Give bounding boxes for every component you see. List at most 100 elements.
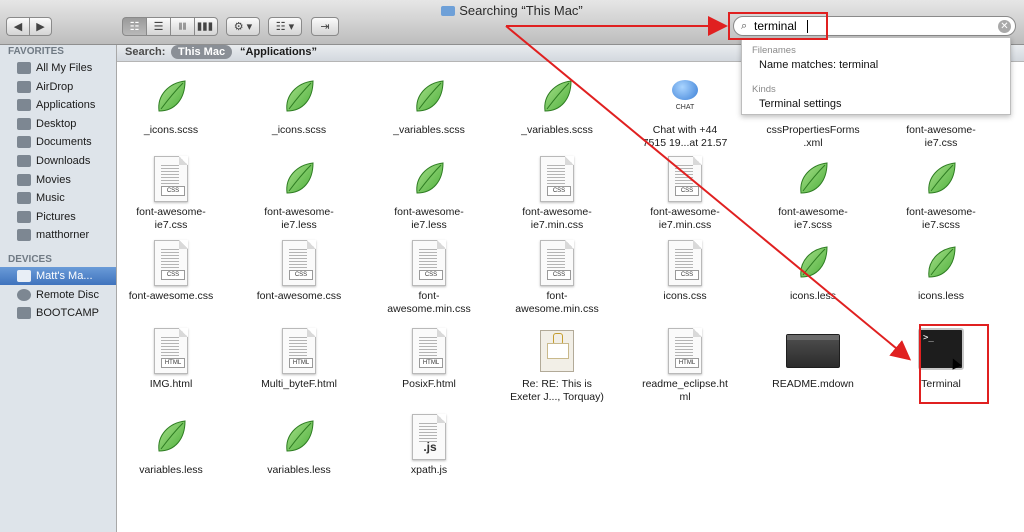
sidebar-item-remote-disc[interactable]: Remote Disc [0, 286, 116, 304]
arrange-menu-button[interactable]: ☷ ▾ [268, 17, 302, 36]
sidebar-item-label: BOOTCAMP [36, 307, 99, 319]
file-name-label: Multi_byteF.html [261, 378, 337, 390]
sidebar-item-applications[interactable]: Applications [0, 96, 116, 114]
file-item-font-awesome-css[interactable]: CSS font-awesome.css [237, 240, 361, 303]
html-file-icon: HTML [152, 328, 190, 374]
gear-icon: ⚙ ▾ [233, 21, 253, 33]
sass-leaf-icon [922, 156, 960, 202]
terminal-settings-suggestion[interactable]: Terminal settings [759, 98, 842, 110]
devices-header: DEVICES [8, 254, 52, 265]
file-item-multi-bytef-html[interactable]: HTML Multi_byteF.html [237, 328, 361, 391]
name-matches-suggestion[interactable]: Name matches: terminal [759, 59, 878, 71]
annotation-terminal-highlight [919, 324, 989, 404]
icon-view-button[interactable]: ☷ [122, 17, 146, 36]
favorites-header: FAVORITES [8, 46, 64, 57]
pictures-icon [17, 211, 31, 223]
file-name-label: PosixF.html [402, 378, 456, 390]
clear-search-icon[interactable]: ✕ [998, 20, 1011, 33]
file-item-font-awesome-ie7-scss[interactable]: font-awesome- ie7.scss [879, 156, 1003, 232]
file-item-icons-scss[interactable]: _icons.scss [109, 74, 233, 137]
file-item-posixf-html[interactable]: HTML PosixF.html [367, 328, 491, 391]
sidebar-item-label: Remote Disc [36, 289, 99, 301]
forward-button[interactable]: ▶ [29, 17, 52, 36]
css-file-icon: CSS [666, 156, 704, 202]
sidebar-item-desktop[interactable]: Desktop [0, 115, 116, 133]
file-item-font-awesome-min-css[interactable]: CSS font- awesome.min.css [495, 240, 619, 316]
file-item-icons-css[interactable]: CSS icons.css [623, 240, 747, 303]
sidebar-item-airdrop[interactable]: AirDrop [0, 78, 116, 96]
sass-leaf-icon [280, 74, 318, 120]
file-name-label: readme_eclipse.ht ml [642, 378, 728, 403]
file-item-variables-less[interactable]: variables.less [237, 414, 361, 477]
sidebar-item-music[interactable]: Music [0, 189, 116, 207]
file-item-icons-less[interactable]: icons.less [751, 240, 875, 303]
sidebar-item-home[interactable]: matthorner [0, 226, 116, 244]
arrange-icon: ☷ ▾ [275, 21, 295, 33]
file-item-font-awesome-ie7-less[interactable]: font-awesome- ie7.less [237, 156, 361, 232]
sidebar-item-downloads[interactable]: Downloads [0, 152, 116, 170]
coverflow-view-icon: ▋▋▋ [197, 23, 215, 31]
file-item-re-re-this-is-exeter-j-torquay[interactable]: Re: RE: This is Exeter J..., Torquay) [495, 328, 619, 404]
file-name-label: icons.less [917, 290, 965, 302]
scope-this-mac-button[interactable]: This Mac [171, 45, 233, 59]
sidebar: FAVORITES All My Files AirDrop Applicati… [0, 45, 117, 532]
file-item-variables-less[interactable]: variables.less [109, 414, 233, 477]
html-file-icon: HTML [666, 328, 704, 374]
file-item-font-awesome-ie7-min-css[interactable]: CSS font-awesome- ie7.min.css [623, 156, 747, 232]
sidebar-item-macbook[interactable]: Matt's Ma... [0, 267, 116, 285]
sidebar-item-pictures[interactable]: Pictures [0, 208, 116, 226]
sass-leaf-icon [538, 74, 576, 120]
file-name-label: font-awesome- ie7.scss [906, 206, 976, 231]
sass-leaf-icon [410, 74, 448, 120]
file-item-font-awesome-css[interactable]: CSS font-awesome.css [109, 240, 233, 303]
sidebar-item-label: Music [36, 192, 65, 204]
file-item-readme-mdown[interactable]: README.mdown [751, 328, 875, 391]
back-button[interactable]: ◀ [6, 17, 29, 36]
chat-transcript-icon: CHAT [666, 74, 704, 120]
sidebar-item-label: Downloads [36, 155, 91, 167]
coverflow-view-button[interactable]: ▋▋▋ [194, 17, 218, 36]
list-view-button[interactable]: ☰ [146, 17, 170, 36]
file-item-icons-scss[interactable]: _icons.scss [237, 74, 361, 137]
file-name-label: font-awesome- ie7.css [136, 206, 206, 231]
file-item-font-awesome-ie7-less[interactable]: font-awesome- ie7.less [367, 156, 491, 232]
sidebar-item-all-my-files[interactable]: All My Files [0, 59, 116, 77]
file-item-readme-eclipse-ht-ml[interactable]: HTML readme_eclipse.ht ml [623, 328, 747, 404]
css-file-icon: CSS [538, 156, 576, 202]
sidebar-item-documents[interactable]: Documents [0, 133, 116, 151]
sidebar-item-label: Matt's Ma... [36, 270, 93, 282]
js-file-icon: .js [410, 414, 448, 460]
file-item-font-awesome-ie7-min-css[interactable]: CSS font-awesome- ie7.min.css [495, 156, 619, 232]
search-suggestions-menu: Filenames Name matches: terminal Kinds T… [741, 37, 1011, 115]
column-view-button[interactable]: ⫼⫼ [170, 17, 194, 36]
laptop-icon [17, 270, 31, 282]
sidebar-item-label: All My Files [36, 62, 93, 74]
html-file-icon: HTML [410, 328, 448, 374]
filenames-header: Filenames [752, 45, 796, 56]
column-view-icon: ⫼⫼ [178, 21, 187, 31]
sidebar-item-bootcamp[interactable]: BOOTCAMP [0, 304, 116, 322]
file-name-label: xpath.js [410, 464, 448, 476]
file-item-font-awesome-ie7-scss[interactable]: font-awesome- ie7.scss [751, 156, 875, 232]
file-name-label: Re: RE: This is Exeter J..., Torquay) [510, 378, 604, 403]
file-item-font-awesome-ie7-css[interactable]: CSS font-awesome- ie7.css [109, 156, 233, 232]
file-item-img-html[interactable]: HTML IMG.html [109, 328, 233, 391]
back-arrow-icon: ◀ [13, 21, 23, 33]
css-file-icon: CSS [152, 240, 190, 286]
file-name-label: Chat with +44 7515 19...at 21.57 [642, 124, 728, 149]
action-menu-button[interactable]: ⚙ ▾ [226, 17, 260, 36]
share-button[interactable]: ⇥ [311, 17, 339, 36]
file-item-variables-scss[interactable]: _variables.scss [495, 74, 619, 137]
file-item-font-awesome-min-css[interactable]: CSS font- awesome.min.css [367, 240, 491, 316]
forward-arrow-icon: ▶ [36, 21, 45, 33]
scope-applications-button[interactable]: “Applications” [240, 46, 317, 58]
applications-icon [17, 99, 31, 111]
file-item-icons-less[interactable]: icons.less [879, 240, 1003, 303]
file-item-chat-with-44-7515-19-at-21-57[interactable]: CHAT Chat with +44 7515 19...at 21.57 [623, 74, 747, 150]
sidebar-item-movies[interactable]: Movies [0, 171, 116, 189]
downloads-icon [17, 155, 31, 167]
file-item-variables-scss[interactable]: _variables.scss [367, 74, 491, 137]
file-item-xpath-js[interactable]: .js xpath.js [367, 414, 491, 477]
html-file-icon: HTML [280, 328, 318, 374]
file-name-label: font-awesome- ie7.less [394, 206, 464, 231]
